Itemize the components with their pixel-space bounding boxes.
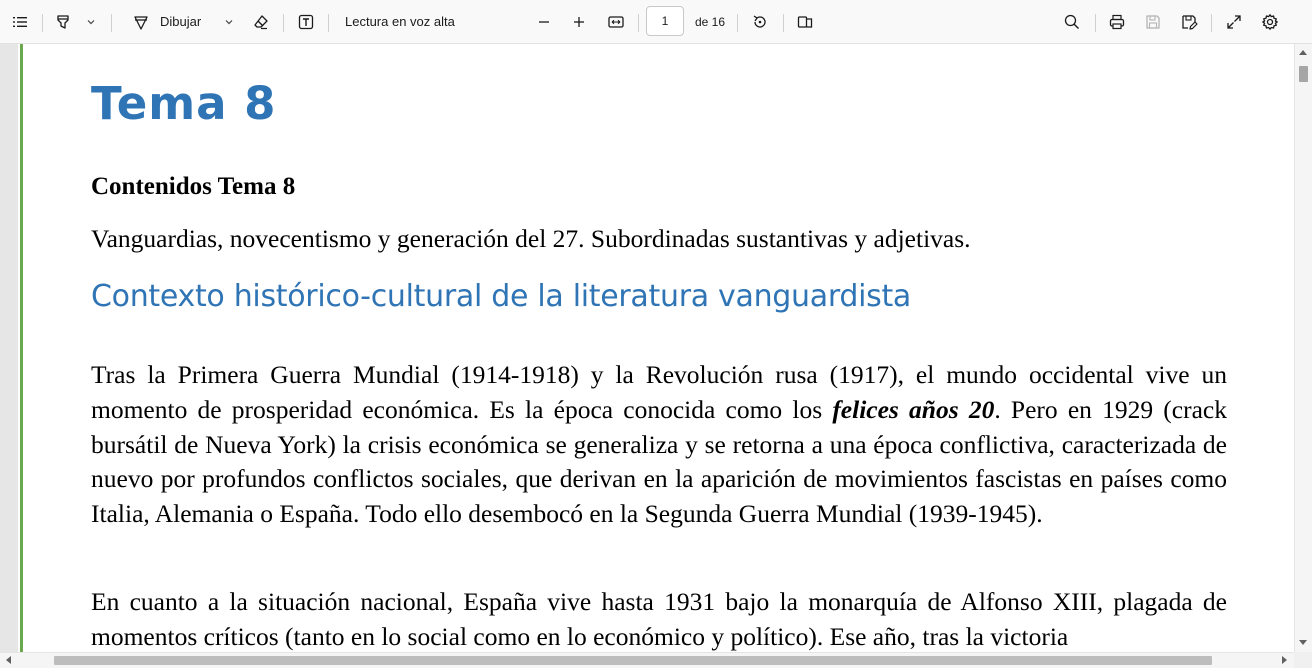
page-total-label: de 16 (695, 15, 726, 29)
paragraph: Tras la Primera Guerra Mundial (1914-191… (91, 358, 1227, 532)
highlight-icon[interactable] (50, 8, 76, 36)
settings-icon[interactable] (1257, 8, 1283, 36)
toolbar-separator (1095, 14, 1096, 32)
vertical-scroll-thumb[interactable] (1299, 66, 1308, 82)
toolbar-separator (283, 14, 284, 32)
scroll-right-arrow-icon[interactable] (1282, 656, 1287, 664)
print-icon[interactable] (1104, 8, 1130, 36)
search-icon[interactable] (1059, 8, 1085, 36)
zoom-in-icon[interactable] (567, 8, 591, 36)
paragraph: En cuanto a la situación nacional, Españ… (91, 587, 1227, 651)
rotate-icon[interactable] (747, 8, 773, 36)
horizontal-scroll-thumb[interactable] (54, 656, 1212, 665)
vertical-scrollbar[interactable] (1294, 44, 1312, 652)
draw-options-chevron-down-icon[interactable] (220, 8, 238, 36)
scrollbar-corner (1294, 652, 1312, 668)
scroll-up-arrow-icon[interactable] (1299, 50, 1307, 55)
document-title: Tema 8 (91, 77, 277, 130)
page-content: Tema 8 Contenidos Tema 8 Vanguardias, no… (0, 44, 1294, 652)
scroll-left-arrow-icon[interactable] (6, 656, 11, 664)
section-heading: Contexto histórico-cultural de la litera… (91, 279, 912, 314)
toolbar-separator (42, 14, 43, 32)
fullscreen-icon[interactable] (1221, 8, 1247, 36)
table-of-contents-icon[interactable] (6, 8, 34, 36)
save-as-icon[interactable] (1176, 8, 1202, 36)
page-number-input[interactable]: 1 (646, 6, 684, 36)
page-view-icon[interactable] (792, 8, 818, 36)
read-aloud-button[interactable]: Lectura en voz alta (345, 8, 455, 36)
eraser-icon[interactable] (248, 8, 274, 36)
toolbar-separator (111, 14, 112, 32)
draw-icon[interactable] (128, 8, 154, 36)
draw-button-label[interactable]: Dibujar (160, 8, 201, 36)
toolbar-separator (737, 14, 738, 32)
fit-width-icon[interactable] (603, 8, 629, 36)
horizontal-scrollbar[interactable] (0, 652, 1294, 668)
save-icon[interactable] (1140, 8, 1166, 36)
pdf-toolbar: Dibujar Lectura en voz alta 1 de 16 (0, 0, 1312, 44)
toolbar-separator (328, 14, 329, 32)
toolbar-separator (638, 14, 639, 32)
toolbar-separator (783, 14, 784, 32)
emphasis-text: felices años 20 (832, 394, 995, 424)
scroll-down-arrow-icon[interactable] (1299, 640, 1307, 645)
highlight-options-chevron-down-icon[interactable] (82, 8, 100, 36)
contents-heading: Contenidos Tema 8 (91, 173, 296, 200)
zoom-out-icon[interactable] (532, 8, 556, 36)
text-box-icon[interactable] (293, 8, 319, 36)
toolbar-separator (1211, 14, 1212, 32)
contents-text: Vanguardias, novecentismo y generación d… (91, 224, 971, 253)
